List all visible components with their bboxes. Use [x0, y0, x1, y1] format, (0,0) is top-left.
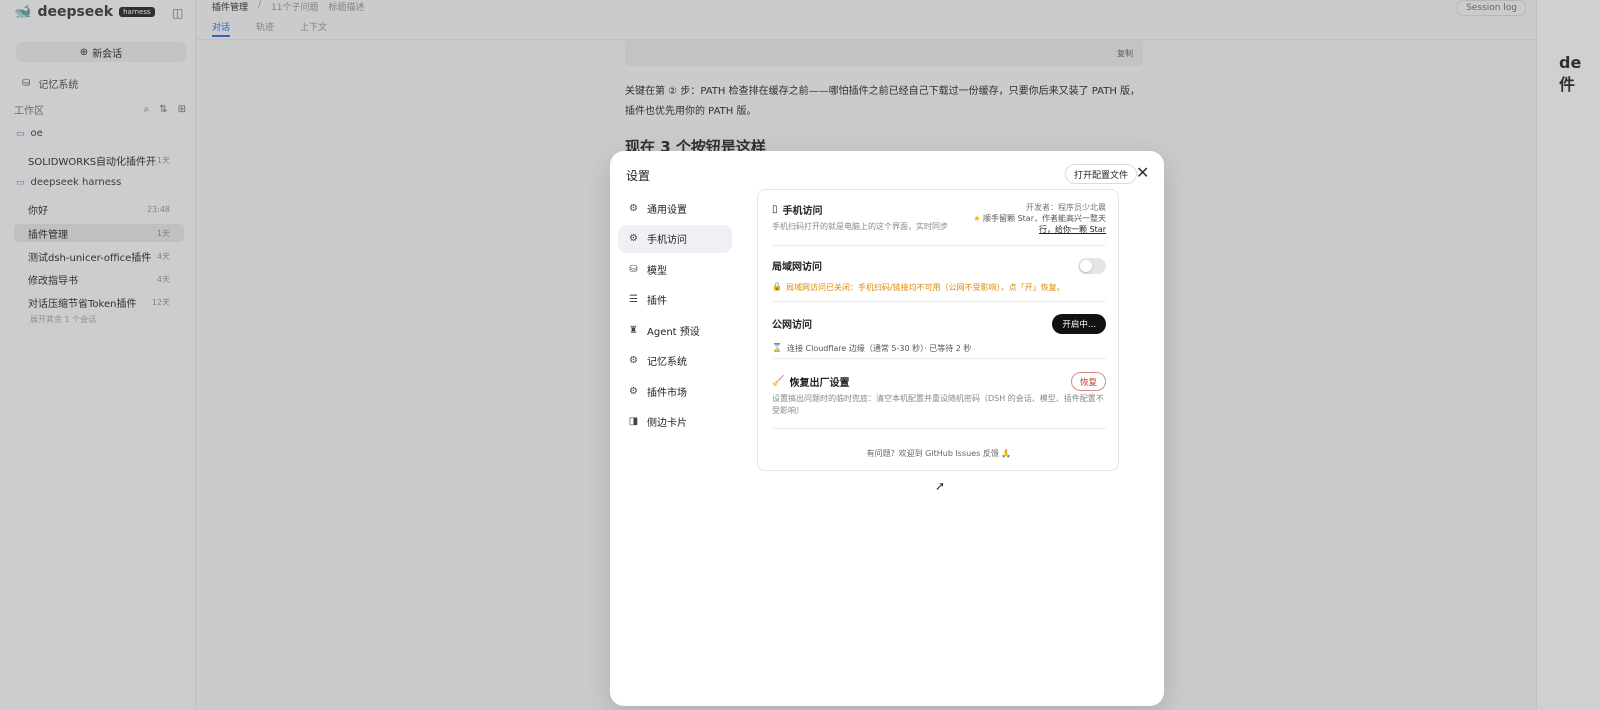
lan-warning-text: 局域网访问已关闭：手机扫码/链接均不可用（公网不受影响），点「开」恢复。: [785, 283, 1065, 292]
broom-icon: 🧹: [772, 376, 785, 387]
phone-icon: ▯: [772, 204, 778, 215]
nav-item-plugin-market[interactable]: ⚙ 插件市场: [618, 377, 732, 405]
nav-item-label: 插件: [647, 296, 667, 307]
settings-content: ▯ 手机访问 手机扫码打开的就是电脑上的这个界面，实时同步 开发者：程序员少北晨…: [757, 189, 1119, 471]
divider: [772, 358, 1106, 359]
database-icon: ⛁: [629, 263, 638, 275]
developer-info: 开发者：程序员少北晨 ★ 顺手留颗 Star，作者能高兴一整天 行，给你一颗 S…: [956, 202, 1106, 235]
nav-item-label: 记忆系统: [647, 357, 687, 368]
lock-icon: 🔒: [772, 282, 782, 291]
nav-item-memory[interactable]: ⚙ 记忆系统: [618, 347, 732, 375]
feedback-note[interactable]: 有问题？欢迎到 GitHub Issues 反馈 🙏: [758, 448, 1120, 459]
settings-nav: ⚙ 通用设置 ⚙ 手机访问 ⛁ 模型 ☰ 插件 ♜ Agent 预设 ⚙ 记忆系…: [618, 194, 732, 438]
open-config-button[interactable]: 打开配置文件: [1065, 164, 1138, 184]
nav-item-general[interactable]: ⚙ 通用设置: [618, 194, 732, 222]
gear-icon: ⚙: [629, 355, 638, 366]
nav-item-label: 通用设置: [647, 204, 687, 216]
mobile-access-section: ▯ 手机访问 手机扫码打开的就是电脑上的这个界面，实时同步 开发者：程序员少北晨…: [772, 202, 1106, 235]
close-icon[interactable]: ✕: [1136, 163, 1149, 183]
sliders-icon: ☰: [629, 294, 638, 305]
developer-line: 开发者：程序员少北晨: [1026, 203, 1106, 212]
nav-item-agent-preset[interactable]: ♜ Agent 预设: [618, 316, 732, 344]
enable-public-button[interactable]: 开启中...: [1052, 314, 1106, 334]
hourglass-icon: ⌛: [772, 343, 782, 352]
settings-modal: 设置 打开配置文件 ✕ ⚙ 通用设置 ⚙ 手机访问 ⛁ 模型 ☰ 插件 ♜ Ag…: [610, 151, 1164, 706]
nav-item-label: 模型: [647, 265, 667, 277]
star-link[interactable]: 行，给你一颗 Star: [956, 224, 1106, 235]
factory-reset-section: 🧹 恢复出厂设置 恢复 设置搞出问题时的临时兜底：清空本机配置并重设随机密码（D…: [772, 372, 1106, 417]
section-title: 恢复出厂设置: [789, 378, 850, 389]
gear-icon: ⚙: [629, 202, 638, 214]
nav-item-label: 侧边卡片: [647, 418, 687, 429]
side-panel-icon: ◨: [628, 416, 639, 427]
gear-icon: ⚙: [629, 385, 638, 397]
modal-title: 设置: [626, 169, 651, 183]
nav-item-plugins[interactable]: ☰ 插件: [618, 286, 732, 314]
nav-item-mobile[interactable]: ⚙ 手机访问: [618, 224, 732, 253]
public-status: ⌛ 连接 Cloudflare 边缘（通常 5-30 秒）· 已等待 2 秒: [772, 343, 1106, 354]
public-status-text: 连接 Cloudflare 边缘（通常 5-30 秒）· 已等待 2 秒: [786, 344, 972, 353]
public-access-section: 公网访问 开启中... ⌛ 连接 Cloudflare 边缘（通常 5-30 秒…: [772, 314, 1106, 354]
lan-warning: 🔒 局域网访问已关闭：手机扫码/链接均不可用（公网不受影响），点「开」恢复。: [772, 282, 1106, 293]
section-title: 手机访问: [782, 206, 823, 217]
nav-item-model[interactable]: ⛁ 模型: [618, 255, 732, 283]
mouse-cursor-icon: ➚: [935, 479, 946, 493]
agent-icon: ♜: [629, 324, 638, 336]
restore-button[interactable]: 恢复: [1070, 372, 1106, 391]
section-title: 公网访问: [772, 320, 812, 331]
nav-item-label: Agent 预设: [647, 326, 700, 338]
divider: [772, 301, 1106, 302]
divider: [772, 428, 1106, 429]
nav-item-side-cards[interactable]: ◨ 侧边卡片: [618, 408, 732, 436]
divider: [772, 245, 1106, 246]
section-title: 局域网访问: [772, 262, 822, 273]
star-text: 顺手留颗 Star，作者能高兴一整天: [983, 214, 1106, 223]
reset-description: 设置搞出问题时的临时兜底：清空本机配置并重设随机密码（DSH 的会话、模型、插件…: [772, 394, 1104, 415]
nav-item-label: 插件市场: [647, 387, 687, 399]
lan-access-section: 局域网访问 🔒 局域网访问已关闭：手机扫码/链接均不可用（公网不受影响），点「开…: [772, 258, 1106, 293]
nav-item-label: 手机访问: [647, 235, 687, 246]
gear-icon: ⚙: [629, 233, 638, 244]
star-icon: ★: [973, 214, 981, 223]
lan-access-toggle[interactable]: [1078, 258, 1106, 274]
